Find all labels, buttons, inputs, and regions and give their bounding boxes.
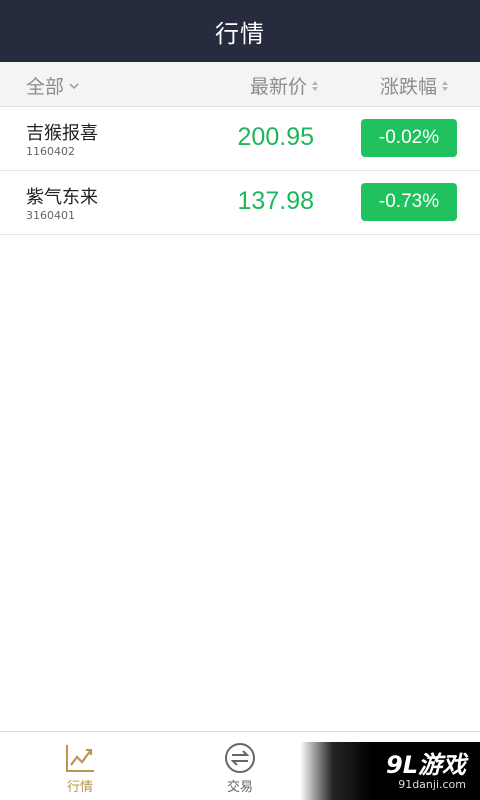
filter-all-dropdown[interactable]: 全部 [26, 72, 80, 99]
change-column-label: 涨跌幅 [380, 76, 438, 98]
tab-trade[interactable]: 交易 [160, 732, 320, 800]
item-price: 200.95 [237, 123, 314, 151]
item-code: 3160401 [26, 209, 75, 222]
price-column-label: 最新价 [250, 76, 308, 98]
change-badge: -0.73% [361, 183, 457, 221]
quote-list: 吉猴报喜 1160402 200.95 -0.02% 紫气东来 3160401 … [0, 107, 480, 235]
sort-change-header[interactable]: 涨跌幅 [380, 72, 449, 99]
page-title: 行情 [215, 19, 265, 48]
watermark-logo: 9L游戏 [386, 750, 466, 779]
item-code: 1160402 [26, 145, 75, 158]
tab-label: 交易 [226, 780, 253, 795]
sort-icon [442, 80, 449, 91]
exchange-arrows-icon [225, 743, 255, 773]
tab-quotes[interactable]: 行情 [0, 732, 160, 800]
filter-all-label: 全部 [26, 76, 65, 98]
sort-icon [312, 80, 319, 91]
tab-label: 行情 [66, 780, 93, 795]
watermark-url: 91danji.com [398, 777, 466, 791]
quote-row[interactable]: 紫气东来 3160401 137.98 -0.73% [0, 171, 480, 235]
change-badge: -0.02% [361, 119, 457, 157]
chevron-down-icon [69, 82, 79, 89]
item-price: 137.98 [237, 187, 314, 215]
item-name: 紫气东来 [26, 187, 98, 208]
chart-line-icon [66, 745, 94, 772]
site-watermark: 9L游戏 91danji.com [300, 742, 480, 800]
column-header-bar: 全部 最新价 涨跌幅 [0, 62, 480, 107]
sort-price-header[interactable]: 最新价 [250, 72, 319, 99]
header-bar: 行情 [0, 0, 480, 62]
item-name: 吉猴报喜 [26, 123, 98, 144]
quote-row[interactable]: 吉猴报喜 1160402 200.95 -0.02% [0, 107, 480, 171]
